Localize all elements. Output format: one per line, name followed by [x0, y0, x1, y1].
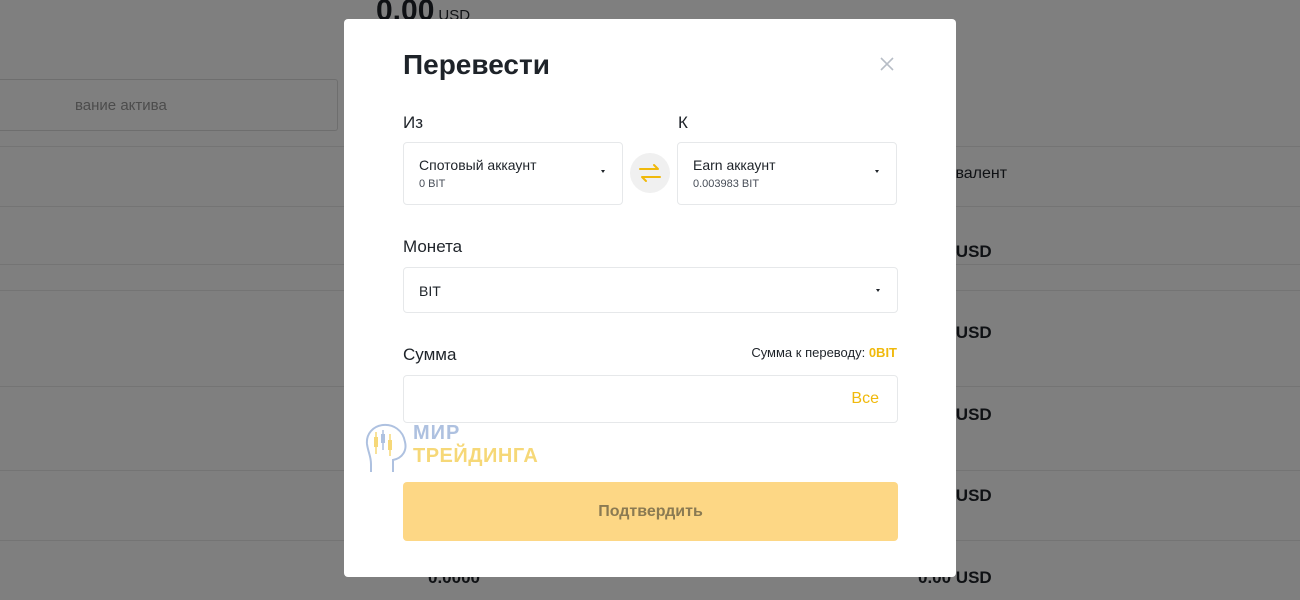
coin-value: BIT	[419, 283, 441, 299]
from-account-balance: 0 BIT	[419, 178, 446, 190]
brain-chart-icon	[365, 423, 407, 472]
transfer-modal: Перевести Из Спотовый аккаунт 0 BIT К Ea…	[344, 19, 956, 577]
to-account-name: Earn аккаунт	[693, 157, 776, 173]
confirm-button[interactable]: Подтвердить	[403, 482, 898, 541]
swap-arrows-icon	[639, 164, 661, 182]
swap-accounts-button[interactable]	[630, 153, 670, 193]
available-value: 0BIT	[868, 345, 897, 360]
chevron-down-icon	[876, 289, 880, 292]
watermark-logo: МИР ТРЕЙДИНГА	[363, 420, 563, 476]
available-label: Сумма к переводу:	[751, 345, 866, 360]
chevron-down-icon	[601, 170, 605, 173]
to-label: К	[678, 113, 688, 132]
amount-label: Сумма	[403, 345, 457, 364]
chevron-down-icon	[875, 170, 879, 173]
all-button[interactable]: Все	[851, 390, 879, 408]
watermark-line2: ТРЕЙДИНГА	[413, 445, 539, 467]
from-account-name: Спотовый аккаунт	[419, 157, 537, 173]
from-label: Из	[403, 113, 424, 132]
close-icon	[880, 57, 894, 71]
close-button[interactable]	[872, 49, 902, 79]
available-amount: Сумма к переводу: 0BIT	[751, 345, 897, 360]
from-account-select[interactable]: Спотовый аккаунт 0 BIT	[403, 142, 623, 205]
coin-label: Монета	[403, 237, 463, 256]
amount-field: Все	[403, 375, 898, 423]
coin-select[interactable]: BIT	[403, 267, 898, 313]
modal-title: Перевести	[403, 49, 550, 80]
amount-input[interactable]	[405, 377, 825, 421]
watermark-line1: МИР	[413, 422, 461, 444]
to-account-select[interactable]: Earn аккаунт 0.003983 BIT	[677, 142, 897, 205]
to-account-balance: 0.003983 BIT	[693, 178, 760, 190]
